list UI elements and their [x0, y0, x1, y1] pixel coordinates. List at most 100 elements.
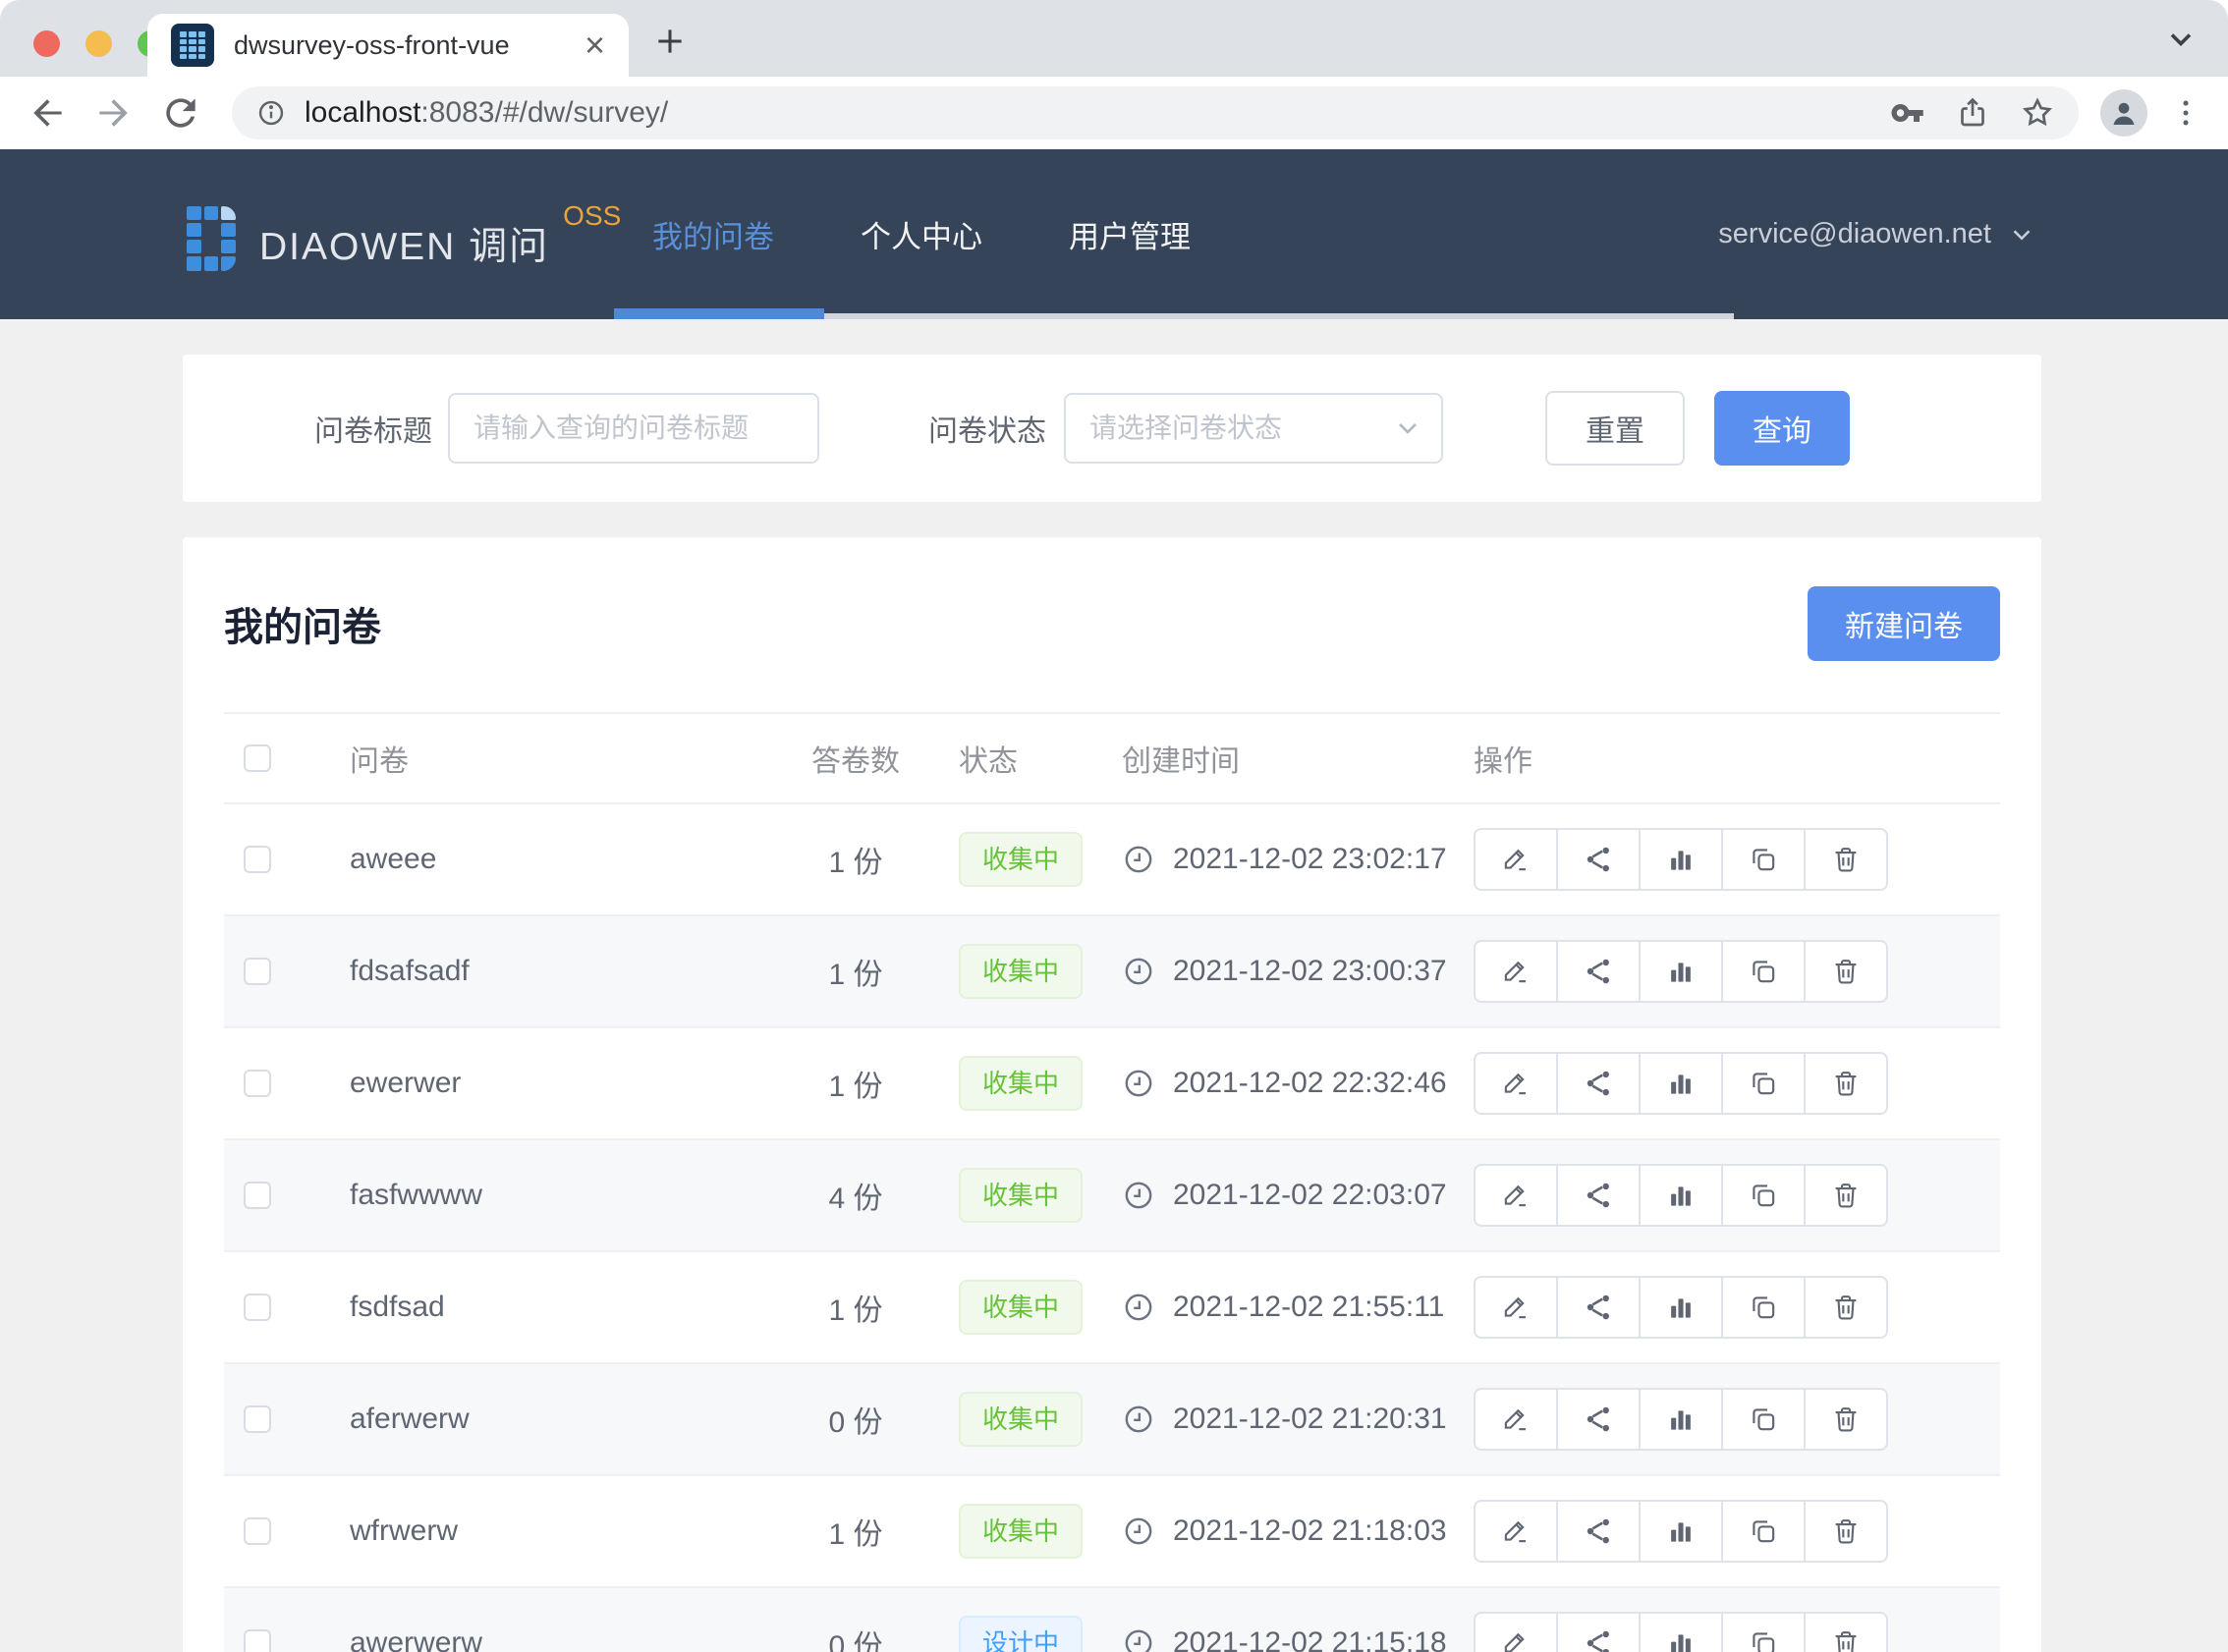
page-title: 我的问卷: [224, 595, 381, 652]
edit-button[interactable]: [1474, 1164, 1558, 1227]
survey-status-select[interactable]: [1064, 393, 1443, 464]
survey-title-input[interactable]: [448, 393, 819, 464]
minimize-window-icon[interactable]: [85, 30, 112, 57]
reset-button[interactable]: 重置: [1545, 391, 1685, 466]
nav-tab-my-surveys[interactable]: 我的问卷: [652, 212, 774, 256]
delete-button[interactable]: [1804, 1500, 1888, 1563]
select-all-checkbox[interactable]: [244, 744, 271, 772]
delete-button[interactable]: [1804, 940, 1888, 1003]
forward-icon[interactable]: [92, 91, 136, 135]
edit-button[interactable]: [1474, 1276, 1558, 1339]
delete-button[interactable]: [1804, 1052, 1888, 1115]
edit-icon: [1500, 844, 1532, 875]
copy-icon: [1748, 1515, 1779, 1547]
edit-button[interactable]: [1474, 1388, 1558, 1451]
browser-tab[interactable]: dwsurvey-oss-front-vue ×: [147, 14, 629, 77]
new-tab-icon[interactable]: [650, 22, 690, 61]
share-page-icon[interactable]: [1955, 95, 1990, 131]
copy-button[interactable]: [1721, 940, 1806, 1003]
copy-button[interactable]: [1721, 1276, 1806, 1339]
delete-button[interactable]: [1804, 828, 1888, 891]
copy-button[interactable]: [1721, 1052, 1806, 1115]
copy-button[interactable]: [1721, 1388, 1806, 1451]
row-checkbox[interactable]: [244, 1294, 271, 1321]
row-checkbox[interactable]: [244, 1182, 271, 1209]
copy-button[interactable]: [1721, 1500, 1806, 1563]
share-button[interactable]: [1556, 1388, 1641, 1451]
share-button[interactable]: [1556, 1052, 1641, 1115]
close-window-icon[interactable]: [33, 30, 60, 57]
share-button[interactable]: [1556, 1500, 1641, 1563]
nav-tab-profile[interactable]: 个人中心: [861, 212, 982, 256]
edit-button[interactable]: [1474, 828, 1558, 891]
profile-avatar[interactable]: [2100, 89, 2147, 137]
share-button[interactable]: [1556, 828, 1641, 891]
share-button[interactable]: [1556, 940, 1641, 1003]
delete-button[interactable]: [1804, 1612, 1888, 1652]
column-header-4: 操作: [1474, 737, 2000, 780]
row-checkbox[interactable]: [244, 958, 271, 985]
row-checkbox[interactable]: [244, 846, 271, 873]
stats-button[interactable]: [1639, 828, 1723, 891]
row-checkbox[interactable]: [244, 1070, 271, 1097]
search-button[interactable]: 查询: [1714, 391, 1850, 466]
stats-button[interactable]: [1639, 1052, 1723, 1115]
delete-button[interactable]: [1804, 1388, 1888, 1451]
tab-close-icon[interactable]: ×: [585, 28, 605, 63]
copy-button[interactable]: [1721, 1164, 1806, 1227]
row-checkbox[interactable]: [244, 1629, 271, 1652]
row-actions: [1474, 1052, 2000, 1115]
copy-button[interactable]: [1721, 828, 1806, 891]
back-icon[interactable]: [26, 91, 69, 135]
stats-button[interactable]: [1639, 1612, 1723, 1652]
created-time: 2021-12-02 21:18:03: [1173, 1514, 1447, 1548]
share-icon: [1583, 1627, 1614, 1652]
stats-icon: [1665, 1404, 1697, 1435]
stats-icon: [1665, 844, 1697, 875]
delete-button[interactable]: [1804, 1276, 1888, 1339]
reload-icon[interactable]: [159, 91, 202, 135]
table-row: awerwerw 0 份 设计中 2021-12-02 21:15:18: [224, 1588, 2000, 1652]
edit-button[interactable]: [1474, 1052, 1558, 1115]
stats-button[interactable]: [1639, 1500, 1723, 1563]
row-checkbox[interactable]: [244, 1405, 271, 1433]
stats-button[interactable]: [1639, 1388, 1723, 1451]
user-menu[interactable]: service@diaowen.net: [1718, 149, 2036, 319]
bookmark-star-icon[interactable]: [2020, 95, 2055, 131]
delete-button[interactable]: [1804, 1164, 1888, 1227]
share-icon: [1583, 956, 1614, 987]
edit-button[interactable]: [1474, 940, 1558, 1003]
row-checkbox[interactable]: [244, 1517, 271, 1545]
share-button[interactable]: [1556, 1612, 1641, 1652]
stats-button[interactable]: [1639, 1164, 1723, 1227]
answer-count: 4 份: [802, 1174, 910, 1217]
stats-button[interactable]: [1639, 1276, 1723, 1339]
share-button[interactable]: [1556, 1164, 1641, 1227]
site-info-icon[interactable]: [255, 97, 287, 129]
page-content: 问卷标题 问卷状态 重置 查询 我的问卷 新建问卷 问卷答卷数状态创建时间操作: [0, 319, 2228, 1652]
survey-status-select-input[interactable]: [1064, 393, 1443, 464]
share-icon: [1583, 844, 1614, 875]
survey-name: fasfwwww: [350, 1179, 482, 1211]
nav-tab-user-management[interactable]: 用户管理: [1069, 212, 1191, 256]
browser-menu-icon[interactable]: [2169, 96, 2202, 130]
share-button[interactable]: [1556, 1276, 1641, 1339]
clock-icon: [1122, 955, 1155, 988]
copy-icon: [1748, 1180, 1779, 1211]
edit-icon: [1500, 1515, 1532, 1547]
window-controls[interactable]: [33, 30, 164, 57]
password-key-icon[interactable]: [1890, 95, 1925, 131]
copy-icon: [1748, 844, 1779, 875]
table-row: wfrwerw 1 份 收集中 2021-12-02 21:18:03: [224, 1476, 2000, 1588]
create-survey-button[interactable]: 新建问卷: [1808, 586, 2000, 661]
copy-button[interactable]: [1721, 1612, 1806, 1652]
edit-button[interactable]: [1474, 1500, 1558, 1563]
survey-table: 问卷答卷数状态创建时间操作 aweee 1 份 收集中 2021-12-02 2…: [224, 712, 2000, 1652]
edit-button[interactable]: [1474, 1612, 1558, 1652]
user-email: service@diaowen.net: [1718, 218, 1991, 250]
stats-button[interactable]: [1639, 940, 1723, 1003]
status-badge: 收集中: [959, 1168, 1083, 1223]
list-header: 我的问卷 新建问卷: [224, 537, 2000, 661]
url-bar[interactable]: localhost:8083/#/dw/survey/: [232, 86, 2079, 139]
tab-search-chevron-icon[interactable]: [2163, 22, 2199, 57]
